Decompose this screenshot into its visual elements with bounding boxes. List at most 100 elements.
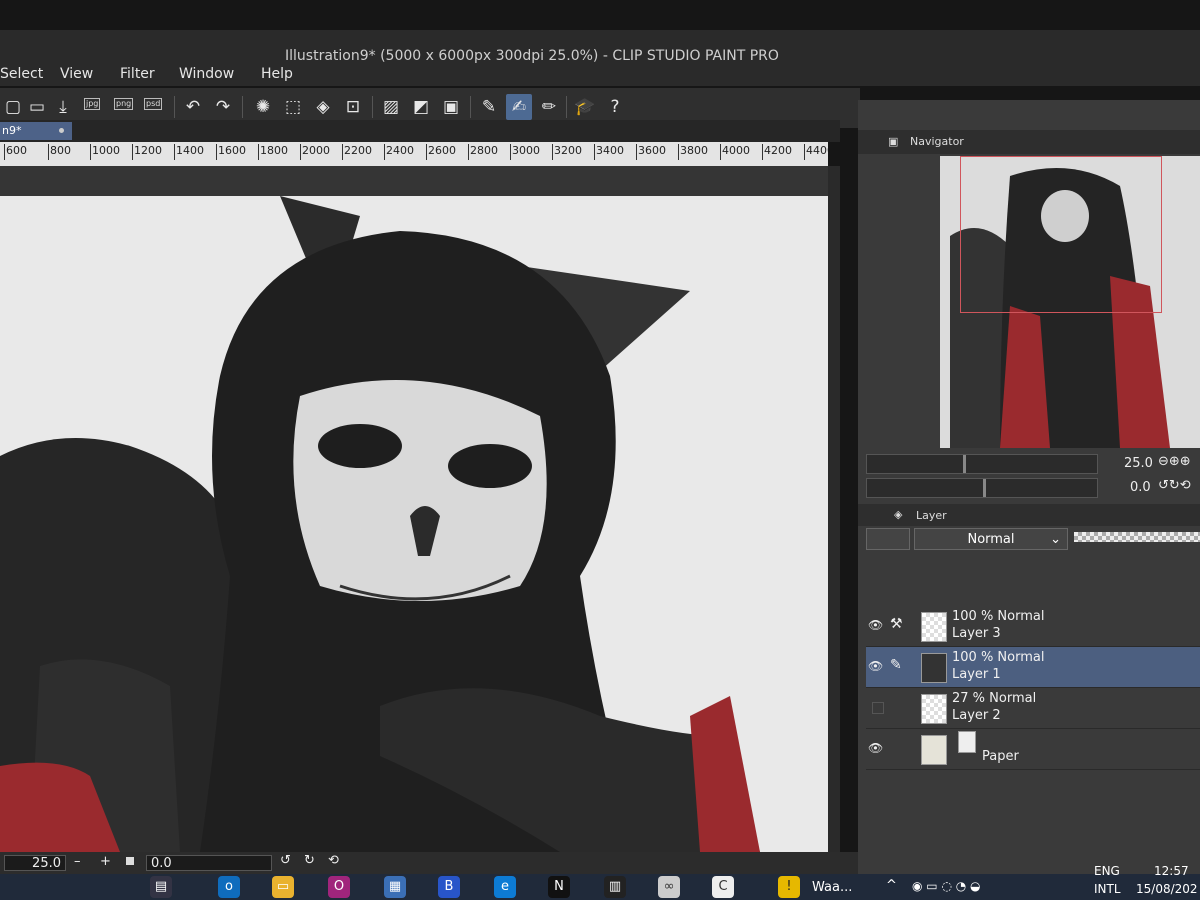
layer-stack-icon: ◈ (894, 508, 903, 521)
start-icon[interactable]: ▤ (150, 876, 172, 898)
opera-icon[interactable]: O (328, 876, 350, 898)
redo-icon[interactable]: ↷ (210, 94, 236, 120)
eye-icon[interactable]: 👁 (868, 618, 886, 632)
warning-icon[interactable]: ! (778, 876, 800, 898)
store-icon[interactable]: ▦ (384, 876, 406, 898)
zoom-controls-icon[interactable]: ⊖⊕⊕ (1158, 454, 1191, 469)
ruler-tick: 2200 (342, 144, 372, 160)
outlook-icon[interactable]: o (218, 876, 240, 898)
pen-tool-icon[interactable]: ✎ (476, 94, 502, 120)
eye-icon[interactable]: 👁 (868, 659, 886, 673)
canvas[interactable] (0, 196, 828, 852)
loading-icon[interactable]: ✺ (250, 94, 276, 120)
blend-mode-dropdown[interactable]: Normal ⌄ (914, 528, 1068, 550)
slider-knob[interactable] (983, 479, 986, 497)
document-tab[interactable]: n9* (0, 122, 72, 140)
zoom-field[interactable]: 25.0 (4, 855, 66, 871)
navigator-preview[interactable] (940, 156, 1200, 448)
illustration-artwork (0, 196, 760, 852)
ruler-tick: 1800 (258, 144, 288, 160)
export-png-icon[interactable]: png (110, 94, 136, 120)
eye-icon[interactable]: 👁 (868, 741, 886, 755)
edge-icon[interactable]: e (494, 876, 516, 898)
tutorial-icon[interactable]: 🎓 (572, 94, 598, 120)
ruler-tick: 2800 (468, 144, 498, 160)
export-jpg-icon[interactable]: jpg (80, 94, 106, 120)
file-explorer-icon[interactable]: ▭ (272, 876, 294, 898)
hidden-eye-icon[interactable] (872, 702, 884, 714)
zoom-in-button[interactable]: + (100, 854, 111, 869)
zoom-out-button[interactable]: – (74, 854, 81, 869)
close-dot-icon[interactable] (59, 128, 64, 133)
layer-name: Layer 3 (952, 626, 1001, 641)
layer-thumbnail (921, 694, 947, 724)
menu-help[interactable]: Help (261, 66, 293, 82)
toolbar-divider (242, 96, 243, 118)
menu-view[interactable]: View (60, 66, 93, 82)
ruler-tick: 1000 (90, 144, 120, 160)
clock-time[interactable]: 12:57 (1154, 864, 1189, 878)
clip-studio-icon[interactable]: C (712, 876, 734, 898)
navigator-tab[interactable]: Navigator (910, 135, 964, 148)
ruler-tick: 3200 (552, 144, 582, 160)
ruler-tick: 1600 (216, 144, 246, 160)
new-icon[interactable]: ▢ (0, 94, 26, 120)
rotate-left-icon[interactable]: ↺ (280, 853, 291, 868)
navigator-viewport-frame[interactable] (960, 156, 1162, 313)
creative-cloud-icon[interactable]: ∞ (658, 876, 680, 898)
navigator-zoom-slider[interactable] (866, 454, 1098, 474)
menu-filter[interactable]: Filter (120, 66, 155, 82)
fill-icon[interactable]: ◈ (310, 94, 336, 120)
layer-row[interactable]: 👁 Paper (866, 729, 1200, 770)
layer-tab[interactable]: Layer (916, 509, 947, 522)
toolbar-divider (566, 96, 567, 118)
select-all-icon[interactable]: ▣ (438, 94, 464, 120)
menu-window[interactable]: Window (179, 66, 234, 82)
brush-tool-icon[interactable]: ✍ (506, 94, 532, 120)
toolbar-divider (174, 96, 175, 118)
reference-layer-icon[interactable]: ⚒ (890, 616, 903, 632)
reset-rotation-icon[interactable]: ⟲ (328, 853, 339, 868)
selection-icon[interactable]: ⬚ (280, 94, 306, 120)
ruler-tick: 2000 (300, 144, 330, 160)
clear-icon[interactable]: ▨ (378, 94, 404, 120)
layer-row[interactable]: 👁 ⚒ 100 % Normal Layer 3 (866, 606, 1200, 647)
horizontal-ruler: 600 800 1000 1200 1400 1600 1800 2000 22… (0, 142, 828, 166)
navigator-rotation-slider[interactable] (866, 478, 1098, 498)
ruler-tick: 3600 (636, 144, 666, 160)
pen-edit-icon[interactable]: ✎ (890, 657, 902, 673)
slider-knob[interactable] (963, 455, 966, 473)
netflix-icon[interactable]: N (548, 876, 570, 898)
layer-thumbnail (921, 735, 947, 765)
undo-icon[interactable]: ↶ (180, 94, 206, 120)
help-icon[interactable]: ? (602, 94, 628, 120)
taskbar-app-label[interactable]: Waa... (812, 880, 852, 895)
ruler-tick: 800 (48, 144, 71, 160)
booking-icon[interactable]: B (438, 876, 460, 898)
fill-range-icon[interactable]: ◩ (408, 94, 434, 120)
right-panel: ▣ Navigator 25.0 ⊖⊕⊕ 0.0 ↺↻⟲ ◈ Layer Nor… (858, 100, 1200, 880)
rotate-right-icon[interactable]: ↻ (304, 853, 315, 868)
vertical-scrollbar[interactable] (828, 166, 840, 852)
audio-app-icon[interactable]: ▥ (604, 876, 626, 898)
fit-square-icon[interactable] (126, 857, 134, 865)
layer-color-dropdown[interactable] (866, 528, 910, 550)
pencil-tool-icon[interactable]: ✏ (536, 94, 562, 120)
chevron-up-icon[interactable]: ^ (886, 878, 897, 893)
canvas-area[interactable] (0, 166, 836, 852)
tray-icons[interactable]: ◉ ▭ ◌ ◔ ◒ (912, 879, 980, 893)
save-icon[interactable]: ⤓ (50, 94, 76, 120)
export-psd-icon[interactable]: psd (140, 94, 166, 120)
open-icon[interactable]: ▭ (24, 94, 50, 120)
rotation-controls-icon[interactable]: ↺↻⟲ (1158, 478, 1191, 493)
status-bar: 25.0 – + 0.0 ↺ ↻ ⟲ (0, 852, 860, 874)
layer-row[interactable]: 27 % Normal Layer 2 (866, 688, 1200, 729)
opacity-slider[interactable] (1074, 532, 1200, 542)
rotation-field[interactable]: 0.0 (146, 855, 272, 871)
menu-select[interactable]: Select (0, 66, 43, 82)
layer-name: Layer 1 (952, 667, 1001, 682)
layer-row[interactable]: 👁 ✎ 100 % Normal Layer 1 (866, 647, 1200, 688)
clock-date: 15/08/202 (1136, 882, 1198, 896)
language-label[interactable]: ENG (1094, 864, 1120, 878)
transform-icon[interactable]: ⊡ (340, 94, 366, 120)
